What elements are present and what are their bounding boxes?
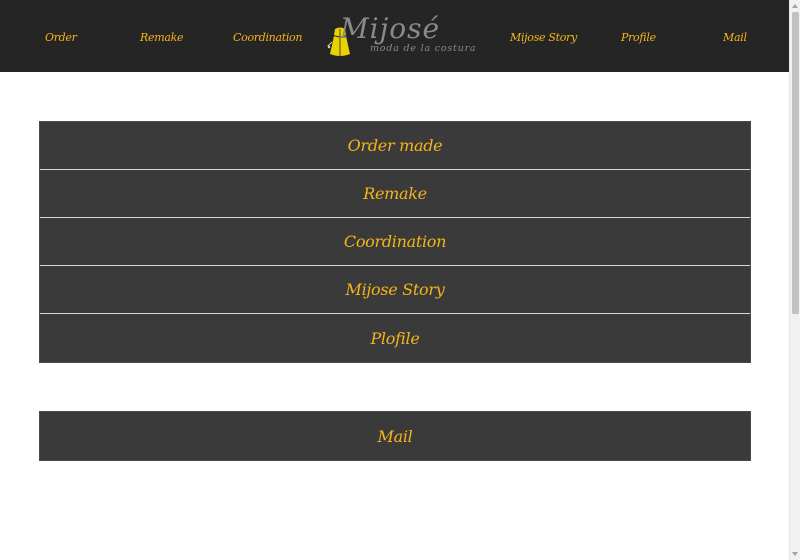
menu-item-mail[interactable]: Mail: [40, 412, 750, 460]
nav-link-mijose-story[interactable]: Mijose Story: [510, 31, 577, 44]
menu-item-mijose-story[interactable]: Mijose Story: [40, 266, 750, 314]
logo-title: Mijosé: [340, 12, 441, 45]
main-menu-panel: Order made Remake Coordination Mijose St…: [39, 121, 751, 363]
vertical-scrollbar[interactable]: [789, 0, 800, 560]
nav-link-order[interactable]: Order: [45, 31, 77, 44]
site-logo[interactable]: Mijosé moda de la costura: [326, 12, 476, 62]
nav-link-coordination[interactable]: Coordination: [233, 31, 302, 44]
menu-item-remake[interactable]: Remake: [40, 170, 750, 218]
nav-link-remake[interactable]: Remake: [140, 31, 183, 44]
mail-label: Mail: [377, 426, 413, 446]
scroll-down-arrow-icon[interactable]: [792, 552, 798, 556]
scroll-up-arrow-icon[interactable]: [792, 4, 798, 8]
page-viewport: Order Remake Coordination Mijosé moda de…: [0, 0, 789, 560]
contact-panel: Mail: [39, 411, 751, 461]
menu-item-label: Plofile: [370, 328, 420, 348]
nav-link-profile[interactable]: Profile: [621, 31, 656, 44]
menu-item-order-made[interactable]: Order made: [40, 122, 750, 170]
menu-item-label: Mijose Story: [345, 280, 445, 299]
nav-link-mail[interactable]: Mail: [723, 31, 747, 44]
menu-item-profile[interactable]: Plofile: [40, 314, 750, 362]
menu-item-label: Remake: [363, 184, 427, 203]
menu-item-label: Order made: [347, 136, 443, 155]
logo-subtitle: moda de la costura: [370, 43, 477, 54]
menu-item-label: Coordination: [343, 232, 447, 251]
top-navigation-bar: Order Remake Coordination Mijosé moda de…: [0, 0, 789, 72]
menu-item-coordination[interactable]: Coordination: [40, 218, 750, 266]
scrollbar-thumb[interactable]: [792, 12, 799, 314]
